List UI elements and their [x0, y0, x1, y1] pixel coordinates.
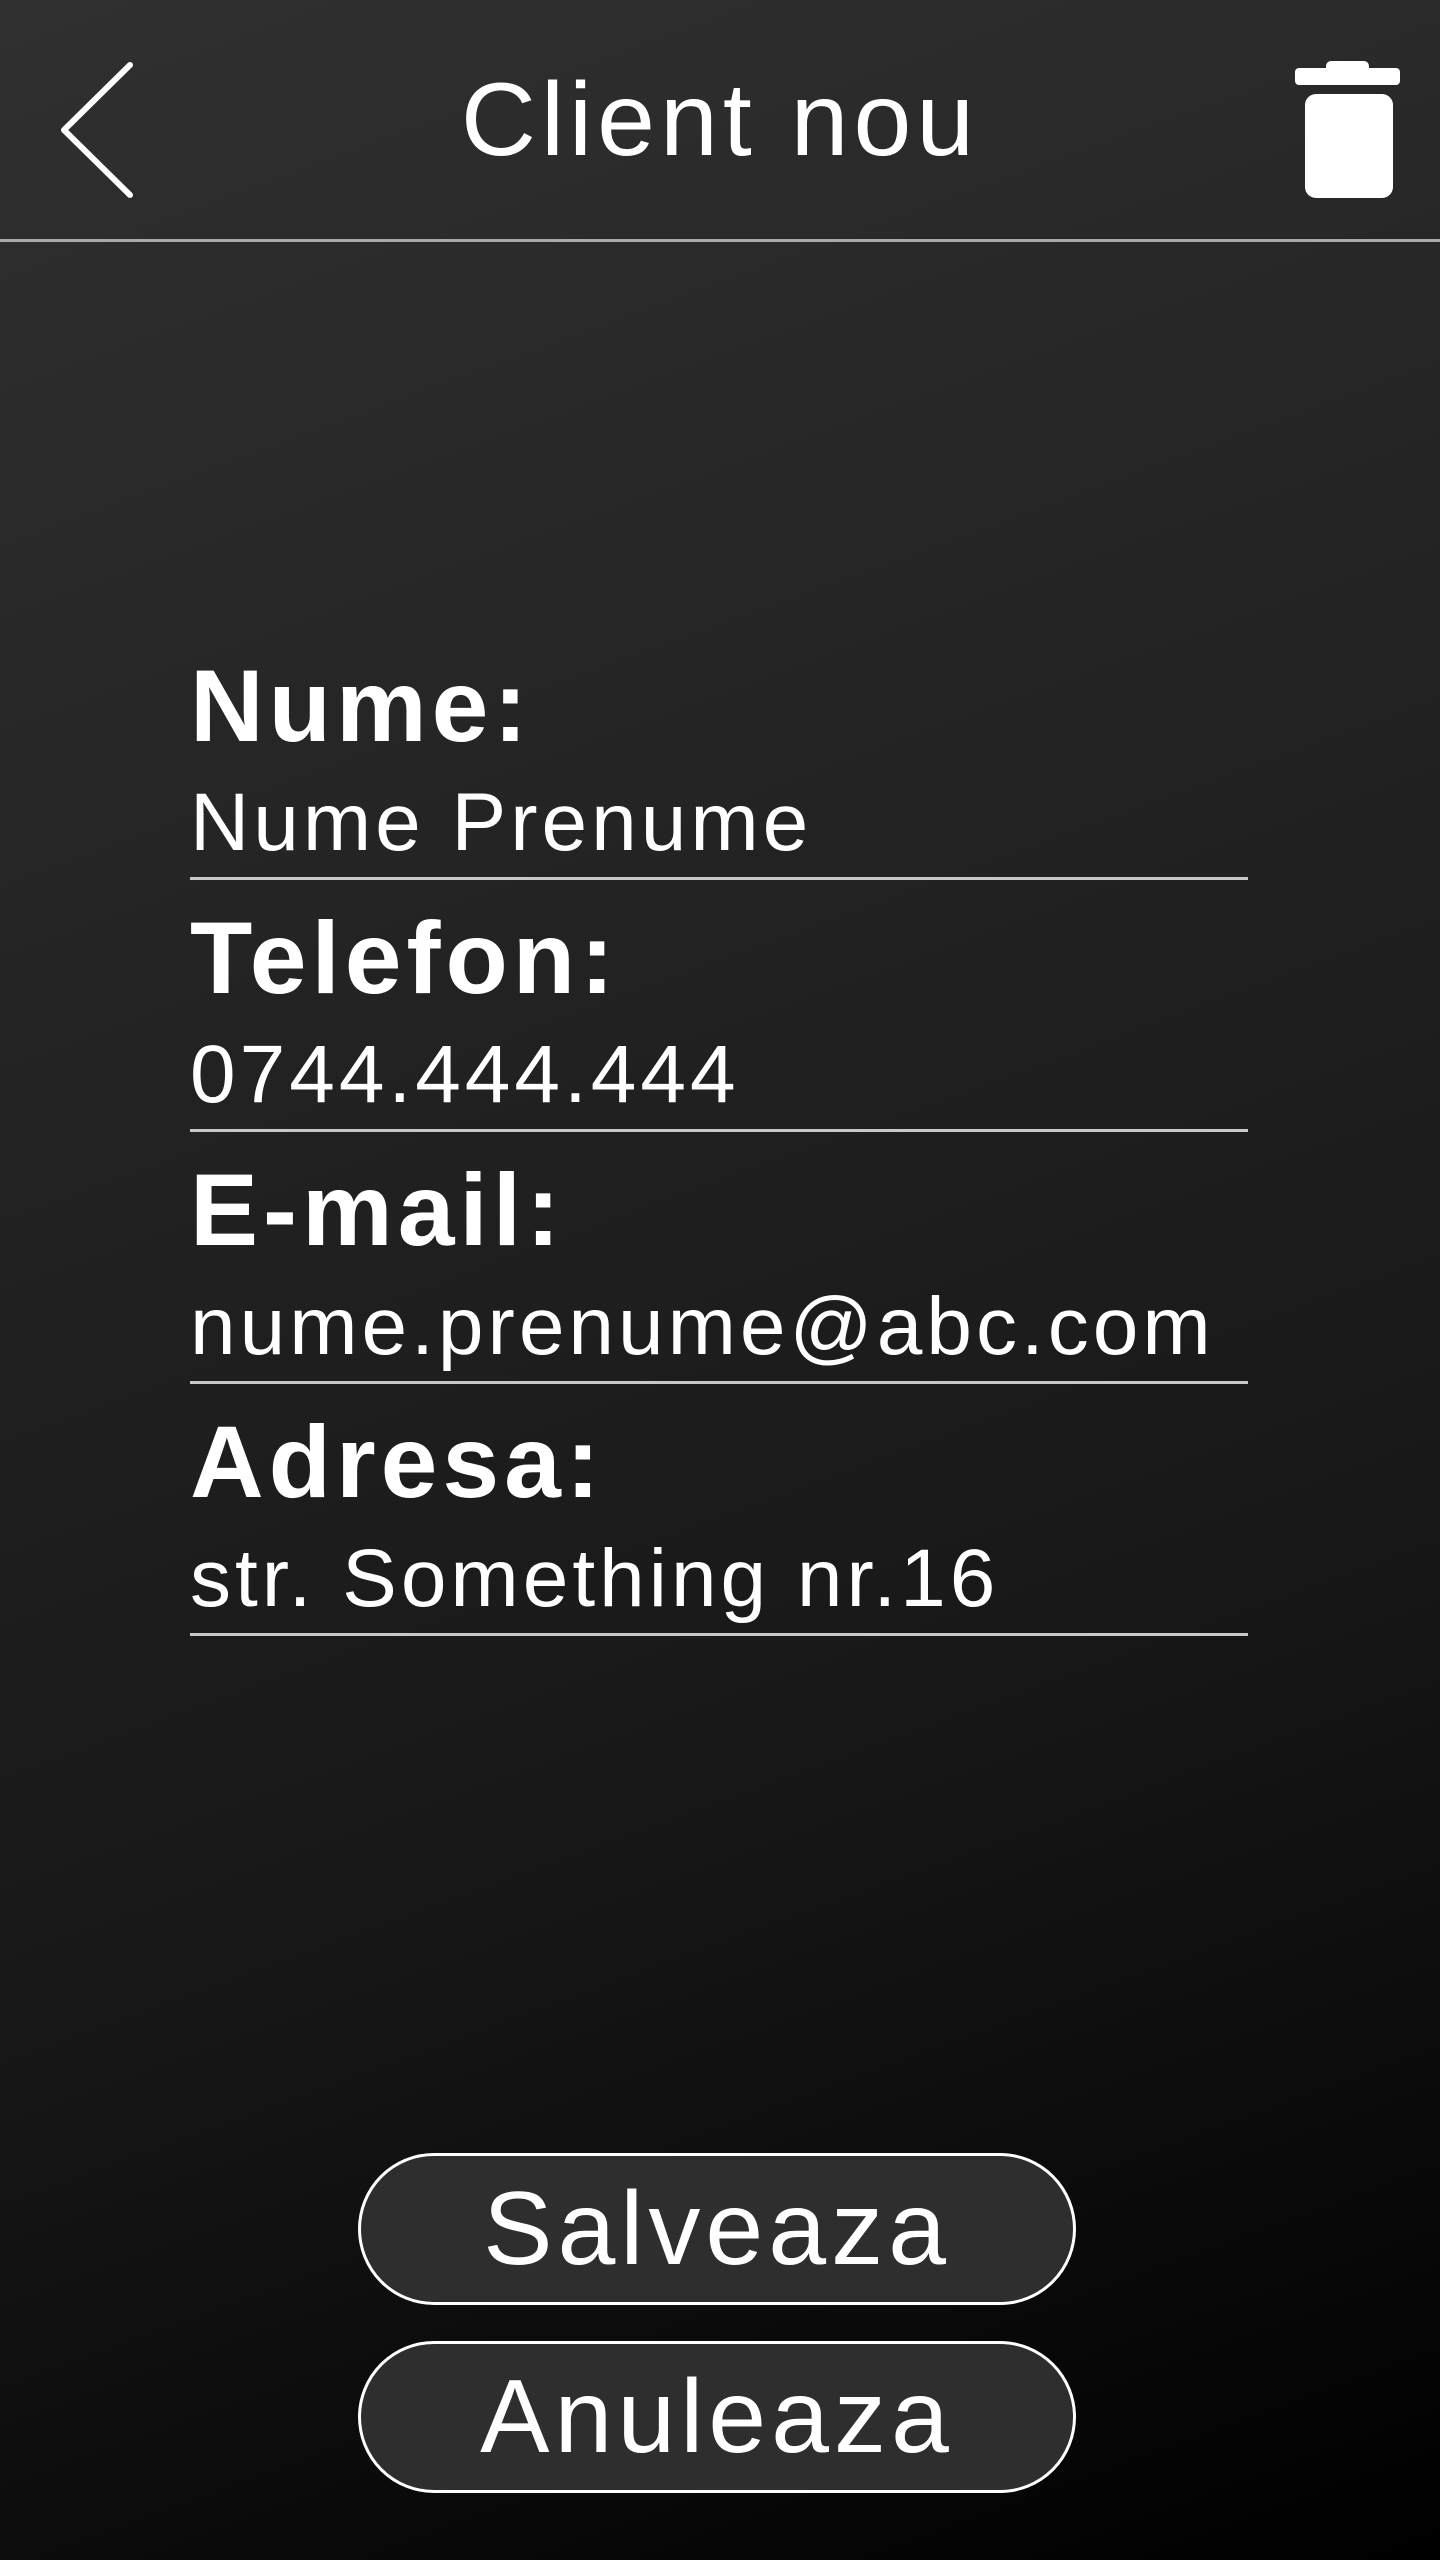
address-label: Adresa: — [190, 1405, 605, 1519]
phone-input[interactable]: 0744.444.444 — [190, 1022, 1248, 1132]
phone-label: Telefon: — [190, 901, 620, 1015]
phone-value: 0744.444.444 — [190, 1029, 740, 1120]
page-title: Client nou — [460, 62, 980, 178]
address-field: Adresa: str. Something nr.16 — [190, 1411, 1248, 1666]
email-value: nume.prenume@abc.com — [190, 1281, 1215, 1372]
name-field: Nume: Nume Prenume — [190, 655, 1248, 907]
client-form: Nume: Nume Prenume Telefon: 0744.444.444… — [190, 655, 1248, 1666]
address-input[interactable]: str. Something nr.16 — [190, 1526, 1248, 1636]
trash-icon — [1295, 61, 1400, 198]
cancel-button[interactable]: Anuleaza — [358, 2341, 1076, 2493]
name-label: Nume: — [190, 649, 533, 763]
delete-button[interactable] — [1290, 58, 1405, 203]
email-input[interactable]: nume.prenume@abc.com — [190, 1274, 1248, 1384]
address-value: str. Something nr.16 — [190, 1533, 1000, 1624]
save-button[interactable]: Salveaza — [358, 2153, 1076, 2305]
email-field: E-mail: nume.prenume@abc.com — [190, 1159, 1248, 1411]
top-bar: Client nou — [0, 0, 1440, 242]
email-label: E-mail: — [190, 1153, 566, 1267]
name-input[interactable]: Nume Prenume — [190, 770, 1248, 880]
name-value: Nume Prenume — [190, 777, 813, 868]
phone-field: Telefon: 0744.444.444 — [190, 907, 1248, 1159]
